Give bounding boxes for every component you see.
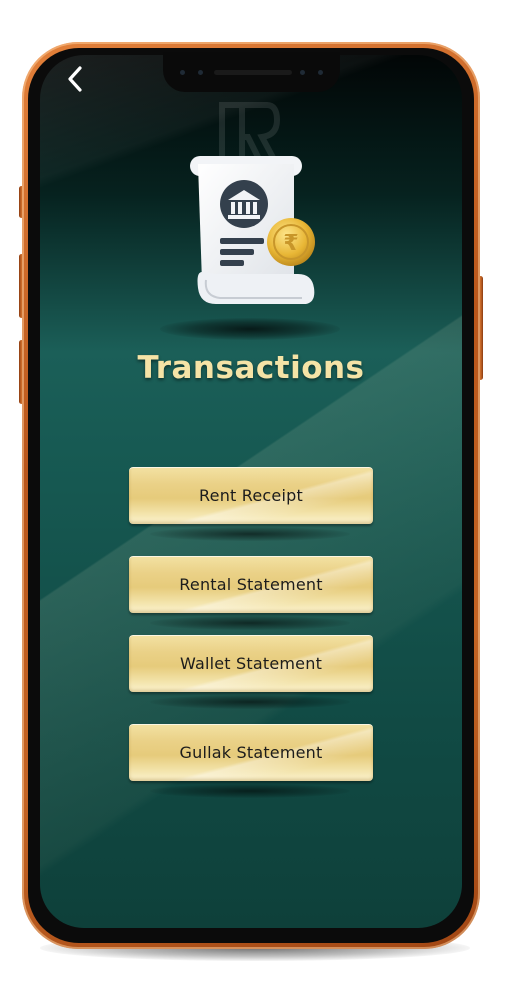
rental-statement-label: Rental Statement <box>179 575 323 594</box>
wallet-statement-label: Wallet Statement <box>179 654 323 673</box>
app-mockup: ₹ Transactions Rent Receipt Rental State… <box>0 0 509 1000</box>
button-shadow <box>150 695 350 709</box>
rent-receipt-button[interactable]: Rent Receipt <box>129 467 373 524</box>
button-shadow <box>150 784 350 798</box>
button-shadow <box>150 527 350 541</box>
gullak-statement-label: Gullak Statement <box>179 743 323 762</box>
back-button[interactable] <box>60 62 90 96</box>
camera-dot <box>198 70 203 75</box>
rent-receipt-label: Rent Receipt <box>199 486 303 505</box>
chevron-left-icon <box>68 66 82 92</box>
camera-dot <box>318 70 323 75</box>
gullak-statement-button[interactable]: Gullak Statement <box>129 724 373 781</box>
phone-speaker <box>214 70 292 75</box>
button-shadow <box>150 616 350 630</box>
receipt-bank-rupee-icon: ₹ <box>190 156 315 304</box>
coin-rupee-symbol: ₹ <box>283 231 298 256</box>
camera-dot <box>300 70 305 75</box>
camera-dot <box>180 70 185 75</box>
wallet-statement-button[interactable]: Wallet Statement <box>129 635 373 692</box>
page-title: Transactions <box>137 350 365 386</box>
rental-statement-button[interactable]: Rental Statement <box>129 556 373 613</box>
